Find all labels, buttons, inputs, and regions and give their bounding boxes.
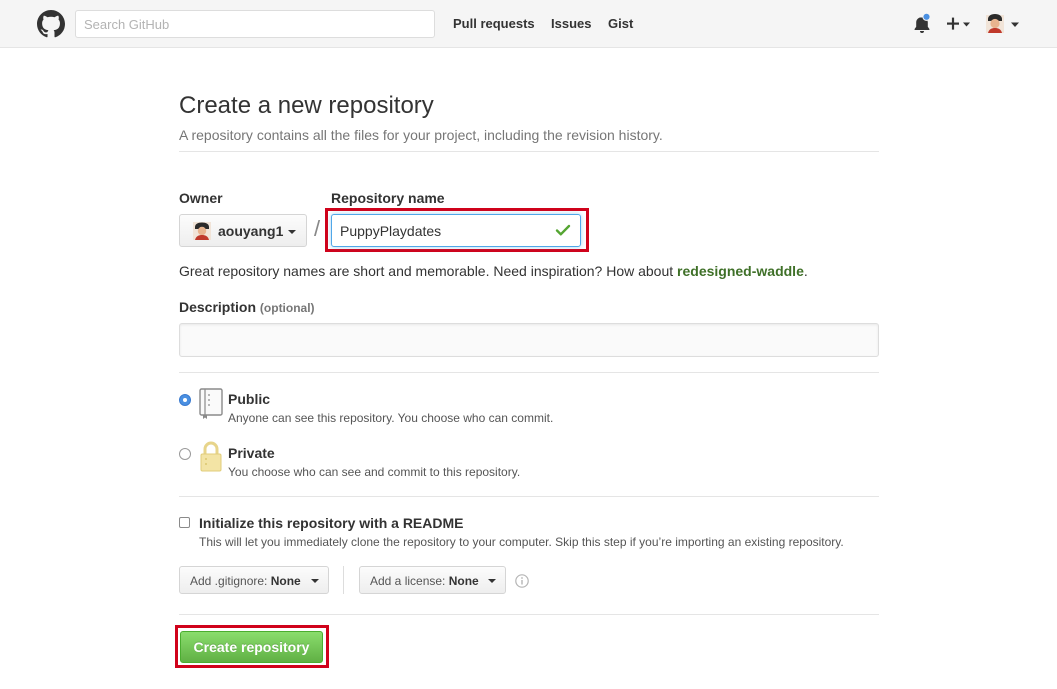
divider: [179, 151, 879, 152]
readme-checkbox[interactable]: [179, 517, 190, 528]
info-icon[interactable]: [515, 574, 529, 588]
owner-avatar-icon: [193, 222, 211, 240]
private-option-title: Private: [228, 445, 275, 461]
readme-option-note: This will let you immediately clone the …: [199, 535, 844, 549]
search-input[interactable]: [75, 10, 435, 38]
nav-pull-requests[interactable]: Pull requests: [453, 16, 535, 31]
button-separator: [343, 566, 344, 594]
owner-label: Owner: [179, 190, 223, 206]
private-radio[interactable]: [179, 448, 191, 460]
owner-name: aouyang1: [218, 223, 284, 239]
divider: [179, 614, 879, 615]
gitignore-select-button[interactable]: Add .gitignore: None: [179, 566, 329, 594]
owner-repo-separator: /: [314, 216, 321, 241]
top-header: Pull requests Issues Gist: [0, 0, 1057, 48]
public-repo-book-icon: [199, 388, 223, 419]
owner-select-button[interactable]: aouyang1: [179, 214, 307, 247]
page-subtitle: A repository contains all the files for …: [179, 127, 663, 143]
description-input[interactable]: [179, 323, 879, 357]
license-select-label: Add a license: None: [370, 574, 479, 588]
nav-gist[interactable]: Gist: [608, 16, 633, 31]
create-repository-button[interactable]: Create repository: [180, 631, 323, 663]
avatar-icon[interactable]: [985, 13, 1021, 35]
hint-suffix: .: [803, 263, 808, 279]
public-option-title: Public: [228, 391, 271, 407]
public-radio[interactable]: [179, 394, 191, 406]
chevron-down-icon: [311, 579, 319, 583]
private-option-note: You choose who can see and commit to thi…: [228, 465, 521, 479]
public-option-note: Anyone can see this repository. You choo…: [228, 411, 554, 425]
license-select-button[interactable]: Add a license: None: [359, 566, 506, 594]
repo-name-input[interactable]: [331, 214, 581, 247]
gitignore-select-label: Add .gitignore: None: [190, 574, 301, 588]
description-label: Description (optional): [179, 299, 315, 315]
name-suggestion-link[interactable]: redesigned-waddle: [677, 263, 804, 279]
chevron-down-icon: [488, 579, 496, 583]
repo-name-hint: Great repository names are short and mem…: [179, 263, 808, 279]
nav-issues[interactable]: Issues: [551, 16, 591, 31]
hint-text: Great repository names are short and mem…: [179, 263, 678, 279]
divider: [179, 496, 879, 497]
notification-dot: [922, 13, 931, 21]
divider: [179, 372, 879, 373]
description-optional-tag: (optional): [259, 301, 315, 315]
plus-icon[interactable]: [946, 13, 972, 35]
check-icon: [555, 224, 571, 236]
page-title: Create a new repository: [179, 92, 434, 119]
repo-name-label: Repository name: [331, 190, 445, 206]
readme-option-title: Initialize this repository with a README: [199, 515, 464, 531]
bell-icon[interactable]: [911, 13, 933, 35]
private-repo-lock-icon: [200, 441, 222, 472]
description-label-text: Description: [179, 299, 257, 315]
chevron-down-icon: [288, 230, 296, 234]
github-octocat-icon[interactable]: [37, 10, 65, 38]
